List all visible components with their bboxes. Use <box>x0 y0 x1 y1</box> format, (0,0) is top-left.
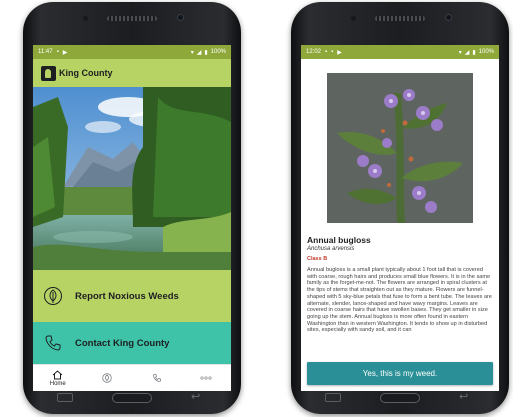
wifi-icon: ▾ <box>190 49 194 56</box>
brand-title: King County <box>59 68 113 78</box>
phone-speaker <box>107 16 157 21</box>
phone-icon <box>43 333 63 353</box>
notification-icon: ▪ <box>331 49 334 55</box>
battery-percent: 100% <box>210 49 226 55</box>
leaf-icon <box>102 373 112 383</box>
report-noxious-weeds-card[interactable]: Report Noxious Weeds <box>33 270 231 322</box>
plant-name: Annual bugloss <box>307 235 371 245</box>
tab-home-label: Home <box>49 380 66 387</box>
plant-description: Annual bugloss is a small plant typicall… <box>307 267 492 334</box>
phone-sensor <box>351 16 356 21</box>
tab-contact[interactable] <box>132 373 182 383</box>
hero-landscape-image <box>33 87 231 270</box>
hardware-nav-bar: ↩ <box>291 390 509 408</box>
king-county-logo-icon <box>41 65 56 81</box>
scroll-fade <box>301 345 499 362</box>
notification-icon: ▪ <box>56 49 59 55</box>
phone-camera <box>177 14 184 21</box>
more-icon <box>200 376 212 380</box>
notification-icon: ▪ <box>325 49 328 55</box>
hardware-home-button[interactable] <box>380 393 420 403</box>
plant-class-badge: Class B <box>307 256 328 262</box>
battery-icon: ▮ <box>472 49 476 56</box>
wifi-icon: ▾ <box>458 49 462 56</box>
tab-more[interactable] <box>182 376 232 380</box>
hardware-nav-bar: ↩ <box>23 390 241 408</box>
left-phone: 11:47 ▪ ▶ ▾ ◢ ▮ 100% King County Report … <box>23 2 241 414</box>
tab-home[interactable]: Home <box>33 369 83 387</box>
bottom-navigation: Home <box>33 364 231 391</box>
plant-photo <box>327 73 473 223</box>
left-screen: 11:47 ▪ ▶ ▾ ◢ ▮ 100% King County Report … <box>33 45 231 391</box>
battery-icon: ▮ <box>204 49 208 56</box>
battery-percent: 100% <box>478 49 494 55</box>
phone-sensor <box>83 16 88 21</box>
leaf-icon <box>43 286 63 306</box>
hardware-home-button[interactable] <box>112 393 152 403</box>
phone-camera <box>445 14 452 21</box>
report-noxious-weeds-label: Report Noxious Weeds <box>75 290 179 302</box>
status-time: 11:47 <box>38 49 53 55</box>
signal-icon: ◢ <box>196 49 202 56</box>
right-screen: 12:02 ▪ ▪ ▶ ▾ ◢ ▮ 100% Annual bugloss An… <box>301 45 499 391</box>
tab-weeds[interactable] <box>83 373 133 383</box>
phone-speaker <box>375 16 425 21</box>
confirm-weed-button[interactable]: Yes, this is my weed. <box>307 362 493 385</box>
home-icon <box>52 369 63 379</box>
app-header: King County <box>33 59 231 87</box>
status-bar: 12:02 ▪ ▪ ▶ ▾ ◢ ▮ 100% <box>301 45 499 59</box>
contact-king-county-label: Contact King County <box>75 337 170 349</box>
signal-icon: ◢ <box>464 49 470 56</box>
status-time: 12:02 <box>306 49 322 55</box>
play-icon: ▶ <box>337 49 342 56</box>
play-icon: ▶ <box>62 49 68 56</box>
plant-scientific-name: Anchusa arvensis <box>307 246 355 252</box>
back-arrow-icon[interactable]: ↩ <box>459 392 475 403</box>
status-bar: 11:47 ▪ ▶ ▾ ◢ ▮ 100% <box>33 45 231 59</box>
back-arrow-icon[interactable]: ↩ <box>191 392 207 403</box>
right-phone: 12:02 ▪ ▪ ▶ ▾ ◢ ▮ 100% Annual bugloss An… <box>291 2 509 414</box>
phone-icon <box>152 374 161 382</box>
contact-king-county-card[interactable]: Contact King County <box>33 322 231 364</box>
recent-apps-button[interactable] <box>325 393 341 402</box>
plant-photo-area <box>301 59 499 229</box>
recent-apps-button[interactable] <box>57 393 73 402</box>
screenshot-stage: 11:47 ▪ ▶ ▾ ◢ ▮ 100% King County Report … <box>0 0 513 417</box>
